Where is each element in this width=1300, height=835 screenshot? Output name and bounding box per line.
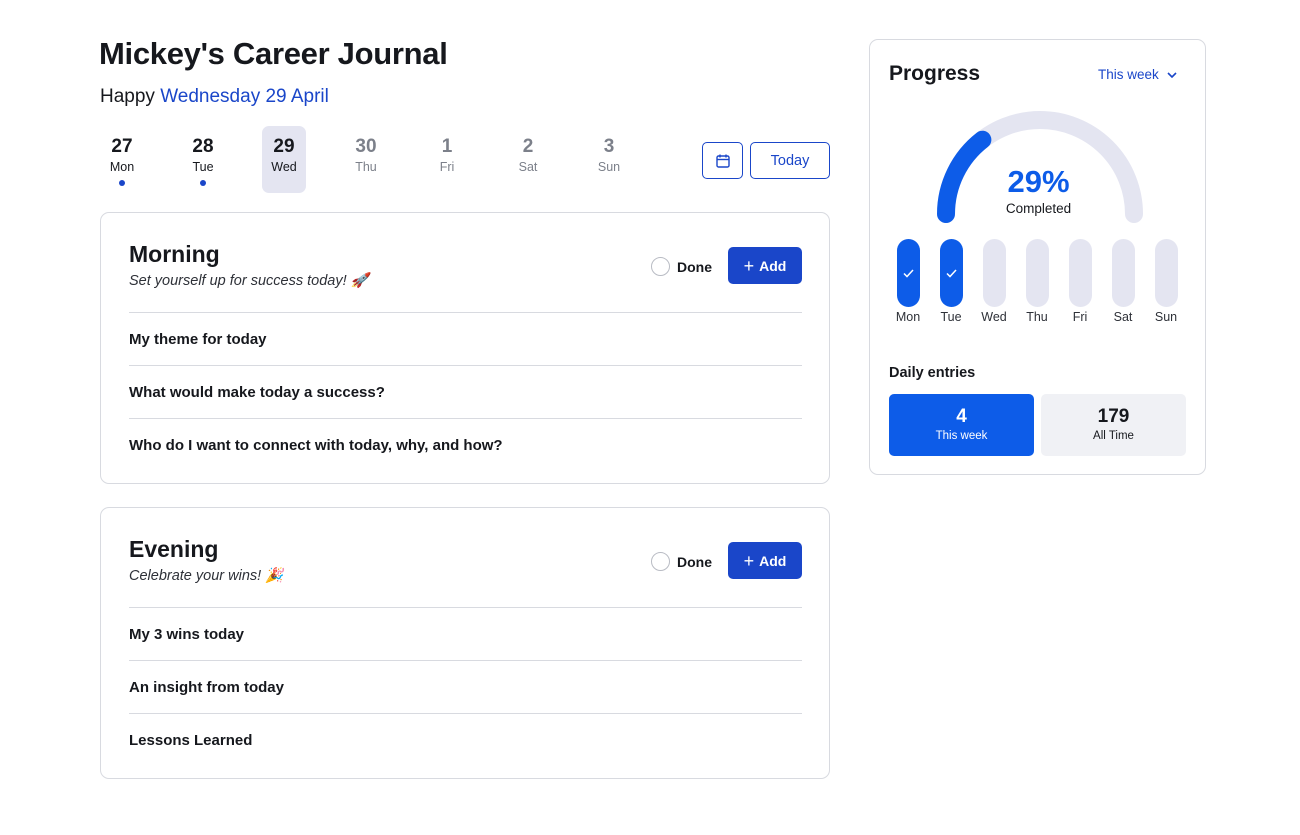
day-number: 1 (441, 136, 453, 157)
day-thu[interactable]: 30 Thu (344, 126, 388, 193)
greeting-prefix: Happy (100, 86, 155, 107)
prompt-row[interactable]: An insight from today (129, 660, 802, 713)
add-label: Add (759, 257, 787, 274)
day-sun[interactable]: 3 Sun (587, 126, 631, 193)
day-pill-mon (897, 239, 920, 307)
prompt-row[interactable]: What would make today a success? (129, 365, 802, 418)
day-pill-sun (1155, 239, 1178, 307)
all-time-label: All Time (1093, 430, 1134, 442)
progress-completed-label: Completed (1005, 201, 1072, 216)
day-pill-label: Fri (1072, 310, 1088, 324)
period-dropdown[interactable]: This week (1098, 67, 1177, 82)
day-tue[interactable]: 28 Tue (181, 126, 225, 193)
evening-card: Evening Celebrate your wins! 🎉 Done + Ad… (100, 507, 830, 779)
day-pill-label: Sun (1154, 310, 1178, 324)
morning-prompts: My theme for today What would make today… (129, 312, 802, 471)
radio-circle-icon (651, 552, 670, 571)
day-number: 3 (603, 136, 615, 157)
day-wed[interactable]: 29 Wed (262, 126, 306, 193)
day-pill-fri (1069, 239, 1092, 307)
morning-card: Morning Set yourself up for success toda… (100, 212, 830, 484)
day-pill-wed (983, 239, 1006, 307)
plus-icon: + (743, 550, 755, 571)
day-pill-tue (940, 239, 963, 307)
this-week-stat[interactable]: 4 This week (889, 394, 1034, 456)
greeting: Happy Wednesday 29 April (100, 86, 329, 108)
day-name: Thu (355, 160, 377, 174)
prompt-row[interactable]: My theme for today (129, 312, 802, 365)
day-number: 27 (111, 136, 133, 157)
done-label: Done (677, 258, 712, 275)
day-pill-label: Tue (940, 310, 962, 324)
day-sat[interactable]: 2 Sat (506, 126, 550, 193)
progress-panel: Progress This week 29% Completed Mon Tue… (869, 39, 1206, 475)
day-pill-sat (1112, 239, 1135, 307)
prompt-row[interactable]: Lessons Learned (129, 713, 802, 766)
day-name: Sat (518, 160, 538, 174)
calendar-icon (715, 154, 730, 168)
evening-done-toggle[interactable]: Done (651, 552, 712, 571)
daily-entries-title: Daily entries (889, 365, 976, 381)
add-label: Add (759, 552, 787, 569)
page-title: Mickey's Career Journal (99, 36, 448, 71)
morning-add-button[interactable]: + Add (728, 247, 802, 284)
day-pill-label: Wed (981, 310, 1007, 324)
day-number: 29 (273, 136, 295, 157)
this-week-label: This week (935, 430, 988, 442)
entry-dot (200, 180, 206, 186)
day-number: 28 (192, 136, 214, 157)
day-name: Mon (109, 160, 135, 174)
this-week-value: 4 (956, 406, 967, 427)
day-name: Sun (597, 160, 621, 174)
chevron-down-icon (1167, 71, 1177, 78)
day-name: Wed (271, 160, 297, 174)
check-icon (903, 268, 914, 278)
progress-title: Progress (889, 62, 981, 85)
evening-add-button[interactable]: + Add (728, 542, 802, 579)
greeting-date: Wednesday 29 April (160, 86, 329, 107)
progress-percent: 29% (1007, 164, 1070, 199)
entry-dot (119, 180, 125, 186)
check-icon (946, 268, 957, 278)
day-pill-thu (1026, 239, 1049, 307)
prompt-row[interactable]: Who do I want to connect with today, why… (129, 418, 802, 471)
radio-circle-icon (651, 257, 670, 276)
evening-title: Evening (129, 536, 219, 562)
day-pill-label: Thu (1026, 310, 1048, 324)
day-name: Tue (192, 160, 214, 174)
morning-subtitle: Set yourself up for success today! 🚀 (129, 273, 369, 289)
plus-icon: + (743, 255, 755, 276)
day-name: Fri (439, 160, 455, 174)
day-number: 2 (522, 136, 534, 157)
all-time-stat[interactable]: 179 All Time (1041, 394, 1186, 456)
morning-title: Morning (129, 241, 220, 267)
day-fri[interactable]: 1 Fri (425, 126, 469, 193)
today-button[interactable]: Today (750, 142, 830, 179)
week-day-strip: 27 Mon 28 Tue 29 Wed 30 Thu 1 Fri 2 Sat … (100, 126, 640, 194)
day-pill-label: Sat (1113, 310, 1133, 324)
all-time-value: 179 (1097, 406, 1130, 427)
day-pill-label: Mon (895, 310, 921, 324)
morning-done-toggle[interactable]: Done (651, 257, 712, 276)
day-mon[interactable]: 27 Mon (100, 126, 144, 193)
calendar-button[interactable] (702, 142, 743, 179)
period-label: This week (1098, 67, 1159, 82)
done-label: Done (677, 553, 712, 570)
prompt-row[interactable]: My 3 wins today (129, 607, 802, 660)
evening-prompts: My 3 wins today An insight from today Le… (129, 607, 802, 766)
day-number: 30 (355, 136, 377, 157)
evening-subtitle: Celebrate your wins! 🎉 (129, 568, 284, 584)
